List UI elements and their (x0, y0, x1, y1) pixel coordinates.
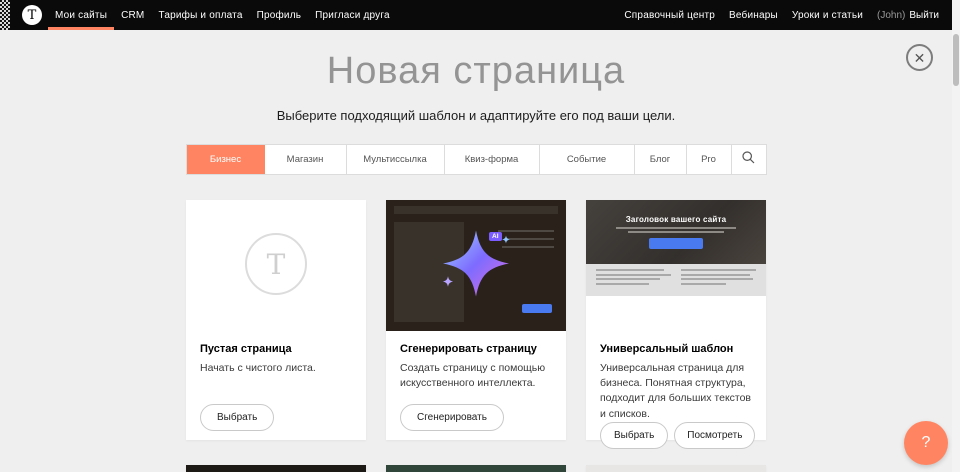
select-button[interactable]: Выбрать (600, 422, 668, 449)
preview-site-heading: Заголовок вашего сайта (626, 215, 727, 224)
universal-preview: Заголовок вашего сайта (586, 200, 766, 331)
user-name: (John) (877, 10, 905, 21)
card-blank-page[interactable]: T Пустая страница Начать с чистого листа… (186, 200, 366, 440)
tab-quiz-form[interactable]: Квиз-форма (445, 145, 540, 174)
tab-blog[interactable]: Блог (635, 145, 687, 174)
nav-item-crm[interactable]: CRM (114, 0, 151, 30)
scrollbar-thumb[interactable] (953, 34, 959, 86)
user-logout[interactable]: (John) Выйти (870, 10, 946, 21)
card-actions: Сгенерировать (400, 404, 552, 431)
scrollbar (952, 0, 960, 472)
main-content: ✕ Новая страница Выберите подходящий шаб… (0, 30, 952, 472)
template-card[interactable] (586, 465, 766, 472)
preview-text-column (681, 269, 756, 291)
card-actions: Выбрать (200, 404, 352, 431)
template-preview (386, 465, 566, 472)
card-universal-template[interactable]: Заголовок вашего сайта (586, 200, 766, 440)
nav-item-my-sites[interactable]: Мои сайты (48, 0, 114, 30)
template-preview (586, 465, 766, 472)
template-card[interactable] (386, 465, 566, 472)
preview-subtext-bar (616, 227, 736, 229)
card-body: Пустая страница Начать с чистого листа. … (186, 331, 366, 440)
card-description: Начать с чистого листа. (200, 361, 352, 376)
nav-item-lessons[interactable]: Уроки и статьи (785, 0, 870, 30)
card-title: Сгенерировать страницу (400, 343, 552, 355)
main-nav: Мои сайты CRM Тарифы и оплата Профиль Пр… (48, 0, 397, 30)
app: T Мои сайты CRM Тарифы и оплата Профиль … (0, 0, 960, 472)
preview-subtext-bar (628, 231, 724, 233)
blank-page-preview: T (186, 200, 366, 331)
nav-item-invite-friend[interactable]: Пригласи друга (308, 0, 397, 30)
card-generate-ai[interactable]: AI Сгенерировать страницу Создать страни… (386, 200, 566, 440)
template-preview (186, 465, 366, 472)
search-icon (742, 151, 755, 169)
page-subtitle: Выберите подходящий шаблон и адаптируйте… (0, 108, 952, 123)
preview-navbar (394, 206, 558, 214)
tab-pro[interactable]: Pro (687, 145, 732, 174)
logout-link[interactable]: Выйти (909, 10, 939, 21)
tilda-logo[interactable]: T (22, 5, 42, 25)
ai-sparkle-icon (430, 217, 522, 314)
preview-blue-button (522, 304, 552, 313)
nav-item-webinars[interactable]: Вебинары (722, 0, 785, 30)
page-title: Новая страница (0, 50, 952, 93)
ai-preview: AI (386, 200, 566, 331)
card-description: Создать страницу с помощью искусственног… (400, 361, 552, 391)
card-body: Сгенерировать страницу Создать страницу … (386, 331, 566, 440)
tab-event[interactable]: Событие (540, 145, 635, 174)
card-title: Универсальный шаблон (600, 343, 752, 355)
card-body: Универсальный шаблон Универсальная стран… (586, 331, 766, 458)
template-card[interactable] (186, 465, 366, 472)
preview-cta-button (649, 238, 703, 249)
select-button[interactable]: Выбрать (200, 404, 274, 431)
nav-item-help-center[interactable]: Справочный центр (617, 0, 722, 30)
card-actions: Выбрать Посмотреть (600, 422, 752, 449)
nav-item-profile[interactable]: Профиль (250, 0, 309, 30)
close-button[interactable]: ✕ (906, 44, 933, 71)
preview-hero-section: Заголовок вашего сайта (586, 200, 766, 264)
tilda-mark-icon: T (245, 233, 307, 295)
card-title: Пустая страница (200, 343, 352, 355)
template-cards-grid: T Пустая страница Начать с чистого листа… (186, 200, 766, 472)
help-button[interactable]: ? (904, 421, 948, 465)
preview-text-section (586, 264, 766, 296)
card-description: Универсальная страница для бизнеса. Поня… (600, 361, 752, 422)
checker-pattern (0, 0, 10, 30)
ai-badge: AI (489, 232, 502, 241)
search-button[interactable] (732, 145, 766, 174)
preview-button[interactable]: Посмотреть (674, 422, 755, 449)
secondary-nav: Справочный центр Вебинары Уроки и статьи… (617, 0, 946, 30)
tab-business[interactable]: Бизнес (187, 145, 265, 174)
tab-store[interactable]: Магазин (265, 145, 347, 174)
generate-button[interactable]: Сгенерировать (400, 404, 504, 431)
topbar: T Мои сайты CRM Тарифы и оплата Профиль … (0, 0, 952, 30)
preview-text-column (596, 269, 671, 291)
template-category-tabs: Бизнес Магазин Мультиссылка Квиз-форма С… (186, 144, 767, 175)
tab-multilink[interactable]: Мультиссылка (347, 145, 445, 174)
nav-item-pricing[interactable]: Тарифы и оплата (151, 0, 249, 30)
